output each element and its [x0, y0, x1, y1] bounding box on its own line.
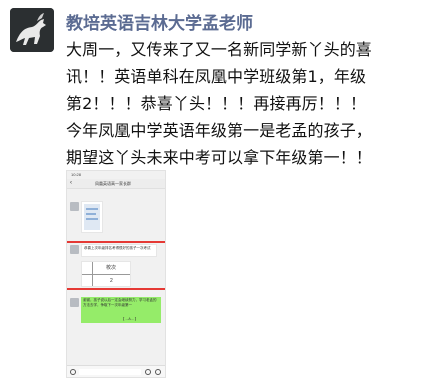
chat-input-bar — [67, 365, 165, 377]
phone-status-bar: 10:28 — [67, 171, 165, 179]
post-image-chat-screenshot[interactable]: 10:28 ‹ 凤凰英语高一家长群 恭喜上次年级排名考得很好的孩子一次考试 校次… — [66, 170, 166, 378]
post-text-line: 大周一，又传来了又一名新同学新丫头的喜 — [66, 40, 372, 59]
post-text-line: 第2！！！恭喜丫头！！！再接再厉！！！ — [66, 94, 367, 113]
plus-icon — [155, 369, 161, 375]
author-name[interactable]: 教培英语吉林大学孟老师 — [66, 9, 253, 34]
horse-icon — [10, 8, 54, 52]
post-text: 大周一，又传来了又一名新同学新丫头的喜 讯！！英语单科在凤凰中学班级第1，年级 … — [66, 36, 438, 171]
avatar — [70, 298, 79, 307]
image-message — [81, 201, 103, 233]
reply-tail: 【 ...A... 】 — [121, 317, 139, 321]
highlight-box — [67, 241, 165, 290]
status-time: 10:28 — [71, 172, 82, 177]
message-input — [79, 369, 141, 375]
post-text-line: 期望这丫头未来中考可以拿下年级第一！！ — [66, 148, 372, 167]
avatar[interactable] — [10, 8, 54, 52]
reply-bubble: 谢谢，孩子说以后一定会继续努力，学习老孟的方法去学，争取下一次年级第一 【 ..… — [81, 297, 161, 323]
back-arrow-icon: ‹ — [70, 180, 72, 186]
avatar — [70, 202, 79, 211]
voice-icon — [70, 369, 76, 375]
chat-nav-bar: ‹ 凤凰英语高一家长群 — [67, 179, 165, 189]
post-text-line: 讯！！英语单科在凤凰中学班级第1，年级 — [66, 67, 367, 86]
emoji-icon — [145, 369, 151, 375]
post-text-line: 今年凤凰中学英语年级第一是老孟的孩子， — [66, 121, 372, 140]
chat-title: 凤凰英语高一家长群 — [95, 181, 131, 186]
reply-text: 谢谢，孩子说以后一定会继续努力，学习老孟的方法去学，争取下一次年级第一 — [83, 298, 157, 307]
